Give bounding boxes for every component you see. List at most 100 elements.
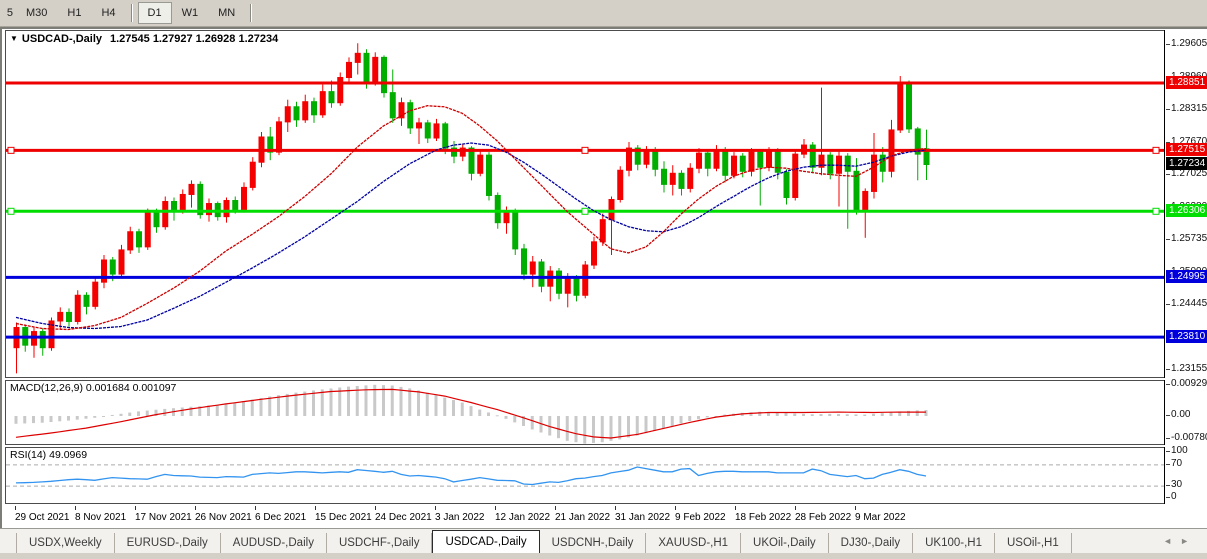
- date-label: 8 Nov 2021: [75, 512, 126, 523]
- rsi-label: RSI(14): [10, 449, 46, 461]
- line-price-label: 1.28851: [1166, 76, 1207, 89]
- scroll-left-icon[interactable]: ◄: [1163, 536, 1180, 546]
- line-price-label: 1.27515: [1166, 143, 1207, 156]
- current-price-label: 1.27234: [1166, 157, 1207, 170]
- macd-tick-label: -0.00780: [1171, 432, 1207, 443]
- terminal-window: 5M30H1H4 D1W1MN ▼ USDCAD-,Daily 1.27545 1.2…: [0, 0, 1207, 559]
- symbol-dropdown-icon[interactable]: ▼: [10, 34, 18, 43]
- date-tick-mark: [615, 506, 616, 510]
- line-handle-icon[interactable]: [1153, 208, 1159, 214]
- date-tick-mark: [135, 506, 136, 510]
- window-bottom-strip: [0, 553, 1207, 559]
- chart-tab-usdcnh-daily[interactable]: USDCNH-,Daily: [540, 533, 647, 553]
- rsi-tick-label: 30: [1171, 479, 1182, 490]
- price-tick-label: 1.28315: [1171, 103, 1207, 114]
- tab-scroll-arrows: ◄►: [1163, 536, 1197, 546]
- line-handle-icon[interactable]: [582, 208, 588, 214]
- chart-tab-audusd-daily[interactable]: AUDUSD-,Daily: [221, 533, 327, 553]
- rsi-canvas[interactable]: [6, 448, 1164, 503]
- date-tick-mark: [15, 506, 16, 510]
- price-pane[interactable]: ▼ USDCAD-,Daily 1.27545 1.27927 1.26928 1.…: [5, 30, 1207, 378]
- chart-tab-eurusd-daily[interactable]: EURUSD-,Daily: [115, 533, 221, 553]
- rsi-line: [16, 467, 926, 485]
- line-price-label: 1.24995: [1166, 270, 1207, 283]
- macd-header: MACD(12,26,9) 0.001684 0.001097: [10, 382, 176, 394]
- date-label: 3 Jan 2022: [435, 512, 485, 523]
- rsi-tick-label: 70: [1171, 458, 1182, 469]
- price-tick-label: 1.25735: [1171, 233, 1207, 244]
- chart-header: ▼ USDCAD-,Daily 1.27545 1.27927 1.26928 1.…: [10, 33, 278, 45]
- chart-tab-dj30-daily[interactable]: DJ30-,Daily: [829, 533, 913, 553]
- rsi-tick-label: 100: [1171, 445, 1188, 456]
- date-label: 21 Jan 2022: [555, 512, 610, 523]
- line-price-label: 1.26306: [1166, 204, 1207, 217]
- chart-tab-usdcad-daily[interactable]: USDCAD-,Daily: [432, 530, 539, 553]
- date-tick-mark: [315, 506, 316, 510]
- date-label: 17 Nov 2021: [135, 512, 192, 523]
- line-handle-icon[interactable]: [1153, 147, 1159, 153]
- date-label: 28 Feb 2022: [795, 512, 851, 523]
- line-price-label: 1.23810: [1166, 330, 1207, 343]
- chart-symbol-label: USDCAD-,Daily: [22, 33, 102, 45]
- chart-tab-xauusd-h1[interactable]: XAUUSD-,H1: [646, 533, 741, 553]
- price-chart-canvas[interactable]: [6, 31, 1164, 377]
- macd-axis: 0.009293 0.00 -0.00780: [1164, 380, 1207, 445]
- macd-canvas[interactable]: [6, 381, 1164, 444]
- date-tick-mark: [375, 506, 376, 510]
- chart-tab-usdchf-daily[interactable]: USDCHF-,Daily: [327, 533, 433, 553]
- line-handle-icon[interactable]: [8, 147, 14, 153]
- scroll-right-icon[interactable]: ►: [1180, 536, 1197, 546]
- line-handle-icon[interactable]: [8, 208, 14, 214]
- date-tick-mark: [675, 506, 676, 510]
- time-axis[interactable]: 29 Oct 2021 8 Nov 2021 17 Nov 202126 Nov 2…: [5, 506, 1207, 528]
- rsi-axis: 100 70 300: [1164, 447, 1207, 504]
- chart-ohlc-values: 1.27545 1.27927 1.26928 1.27234: [110, 33, 278, 45]
- date-tick-mark: [195, 506, 196, 510]
- chart-tab-usoil-h1[interactable]: USOil-,H1: [995, 533, 1072, 553]
- chart-tab-bar: USDX,WeeklyEURUSD-,DailyAUDUSD-,DailyUSD…: [0, 528, 1207, 553]
- macd-tick-label: 0.009293: [1171, 378, 1207, 389]
- price-axis[interactable]: 1.296051.289601.283151.276701.270251.263…: [1164, 30, 1207, 378]
- macd-label: MACD(12,26,9): [10, 382, 83, 394]
- date-tick-mark: [795, 506, 796, 510]
- line-handle-icon[interactable]: [582, 147, 588, 153]
- date-label: 15 Dec 2021: [315, 512, 372, 523]
- timeframe-toolbar: 5M30H1H4 D1W1MN: [0, 0, 1207, 27]
- chart-tab-uk100-h1[interactable]: UK100-,H1: [913, 533, 995, 553]
- price-tick-label: 1.23155: [1171, 363, 1207, 374]
- date-label: 26 Nov 2021: [195, 512, 252, 523]
- date-tick-mark: [735, 506, 736, 510]
- price-tick-label: 1.29605: [1171, 38, 1207, 49]
- chart-window: ▼ USDCAD-,Daily 1.27545 1.27927 1.26928 1.…: [0, 27, 1207, 528]
- macd-values: 0.001684 0.001097: [86, 382, 177, 394]
- date-tick-mark: [75, 506, 76, 510]
- date-label: 9 Feb 2022: [675, 512, 726, 523]
- chart-tab-usdx-weekly[interactable]: USDX,Weekly: [16, 533, 115, 553]
- rsi-header: RSI(14) 49.0969: [10, 449, 87, 461]
- date-tick-mark: [555, 506, 556, 510]
- date-label: 9 Mar 2022: [855, 512, 906, 523]
- rsi-pane[interactable]: RSI(14) 49.0969 100 70 300: [5, 447, 1207, 504]
- timeframe-button-m30[interactable]: M30: [16, 2, 57, 24]
- date-tick-mark: [255, 506, 256, 510]
- timeframe-button-5[interactable]: 5: [0, 2, 16, 24]
- macd-tick-label: 0.00: [1171, 409, 1190, 420]
- chart-tab-ukoil-daily[interactable]: UKOil-,Daily: [741, 533, 829, 553]
- date-tick-mark: [495, 506, 496, 510]
- timeframe-button-w1[interactable]: W1: [172, 2, 209, 24]
- date-label: 29 Oct 2021: [15, 512, 69, 523]
- timeframe-button-mn[interactable]: MN: [208, 2, 245, 24]
- toolbar-separator: [250, 4, 252, 22]
- ma-fast-line: [16, 106, 926, 330]
- date-label: 24 Dec 2021: [375, 512, 432, 523]
- timeframe-button-h4[interactable]: H4: [91, 2, 125, 24]
- price-tick-label: 1.24445: [1171, 298, 1207, 309]
- timeframe-button-h1[interactable]: H1: [57, 2, 91, 24]
- timeframe-button-d1[interactable]: D1: [138, 2, 172, 24]
- rsi-tick-label: 0: [1171, 491, 1177, 502]
- toolbar-separator: [131, 4, 133, 22]
- date-tick-mark: [855, 506, 856, 510]
- date-tick-mark: [435, 506, 436, 510]
- candles-layer: [14, 43, 929, 373]
- macd-pane[interactable]: MACD(12,26,9) 0.001684 0.001097 0.009293…: [5, 380, 1207, 445]
